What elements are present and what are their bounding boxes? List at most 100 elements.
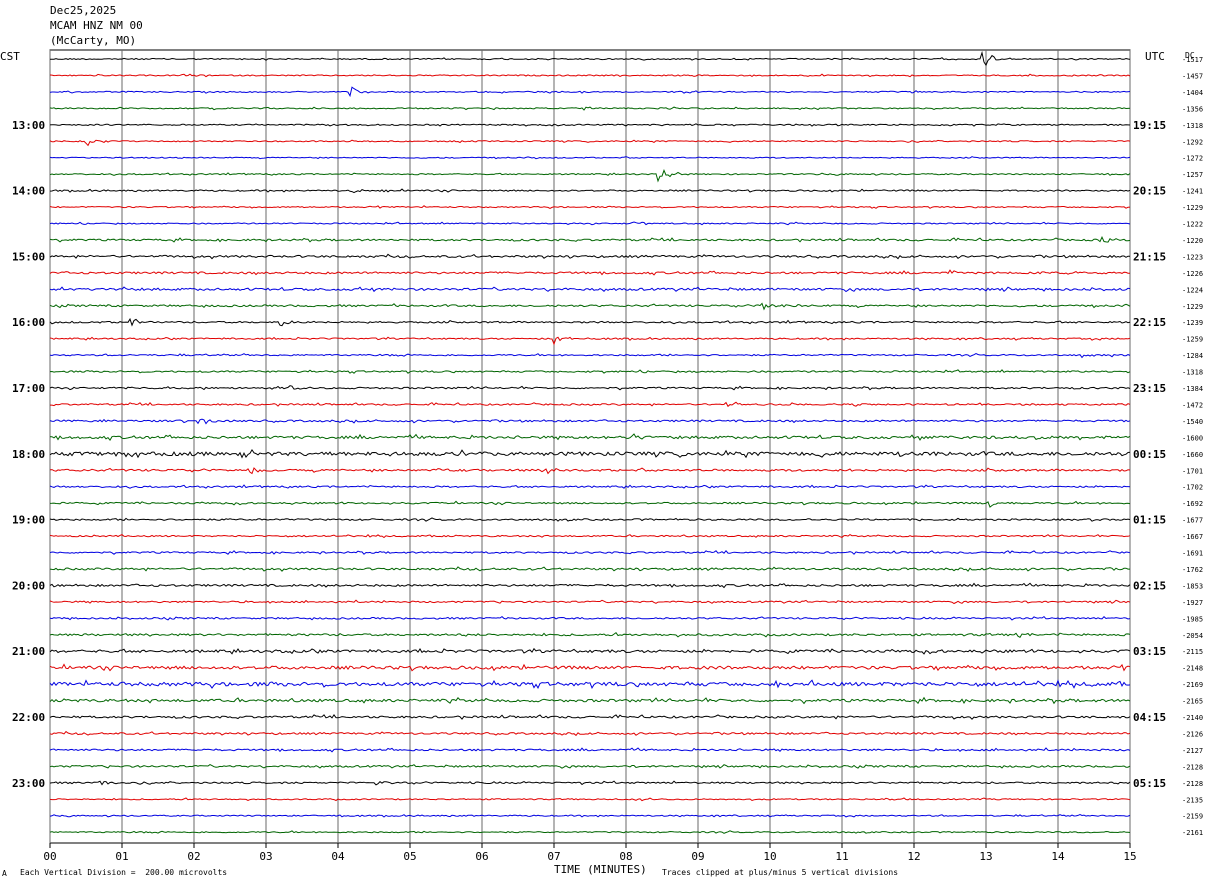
dc-offset-label: -1257: [1182, 171, 1203, 179]
dc-offset-label: -1853: [1182, 582, 1203, 590]
seismic-trace: [49, 418, 1131, 425]
seismic-trace: [49, 797, 1131, 802]
seismic-trace: [49, 780, 1131, 786]
seismic-trace: [49, 139, 1131, 147]
dc-offset-label: -2128: [1182, 780, 1203, 788]
dc-offset-label: -2140: [1182, 714, 1203, 722]
seismic-trace: [49, 582, 1131, 589]
x-tick-label: 05: [403, 850, 416, 863]
seismic-trace: [49, 448, 1131, 459]
cst-hour-label: 13:00: [12, 119, 45, 132]
seismic-trace: [49, 433, 1131, 441]
seismic-trace: [49, 679, 1131, 690]
x-tick-label: 13: [979, 850, 992, 863]
x-tick-label: 11: [835, 850, 848, 863]
seismic-trace: [49, 599, 1131, 605]
clip-note: Traces clipped at plus/minus 5 vertical …: [662, 868, 899, 877]
seismic-trace: [49, 385, 1131, 391]
utc-hour-label: 22:15: [1133, 316, 1166, 329]
dc-offset-label: -1318: [1182, 122, 1203, 130]
seismic-trace: [49, 615, 1131, 621]
seismic-trace: [49, 221, 1131, 226]
dc-offset-label: -1517: [1182, 56, 1203, 64]
seismic-trace: [49, 696, 1131, 705]
utc-hour-label: 20:15: [1133, 185, 1166, 198]
dc-offset-label: -1284: [1182, 352, 1203, 360]
utc-hour-label: 03:15: [1133, 645, 1166, 658]
plot-frame: [49, 49, 1131, 844]
cst-hour-label: 17:00: [12, 382, 45, 395]
dc-offset-label: -1701: [1182, 467, 1203, 475]
corner-mark: A: [2, 869, 7, 878]
seismic-trace: [49, 647, 1131, 655]
seismic-trace: [49, 813, 1131, 818]
x-tick-label: 04: [331, 850, 345, 863]
vertical-division-note: Each Vertical Division = 200.00 microvol…: [20, 868, 228, 877]
cst-hour-label: 18:00: [12, 448, 45, 461]
dc-offset-label: -1667: [1182, 533, 1203, 541]
seismic-trace: [49, 106, 1131, 111]
seismic-trace: [49, 500, 1131, 508]
dc-offset-label: -2054: [1182, 632, 1203, 640]
dc-offset-label: -1660: [1182, 451, 1203, 459]
cst-hour-label: 23:00: [12, 777, 45, 790]
seismic-trace: [49, 533, 1131, 539]
seismic-trace: [49, 286, 1131, 293]
dc-offset-label: -2165: [1182, 698, 1203, 706]
dc-offset-label: -1292: [1182, 138, 1203, 146]
seismic-trace: [49, 253, 1131, 260]
dc-offset-label: -1600: [1182, 434, 1203, 442]
cst-hour-label: 16:00: [12, 316, 45, 329]
x-tick-label: 09: [691, 850, 704, 863]
seismic-trace: [49, 467, 1131, 475]
seismic-trace: [49, 188, 1131, 194]
seismic-trace: [49, 236, 1131, 243]
x-tick-label: 15: [1123, 850, 1136, 863]
utc-hour-label: 02:15: [1133, 579, 1166, 592]
dc-offset-label: -1224: [1182, 286, 1203, 294]
x-tick-label: 03: [259, 850, 272, 863]
x-tick-label: 00: [43, 850, 56, 863]
seismic-trace: [49, 830, 1131, 834]
seismic-trace: [49, 302, 1131, 311]
dc-offset-label: -1702: [1182, 484, 1203, 492]
dc-offset-label: -1404: [1182, 89, 1203, 97]
dc-offset-label: -1356: [1182, 105, 1203, 113]
cst-hour-label: 22:00: [12, 711, 45, 724]
dc-offset-label: -1985: [1182, 615, 1203, 623]
seismic-trace: [50, 50, 1131, 67]
seismic-trace: [49, 336, 1131, 346]
dc-offset-label: -1229: [1182, 303, 1203, 311]
utc-hour-label: 04:15: [1133, 711, 1166, 724]
dc-offset-label: -2128: [1182, 763, 1203, 771]
dc-offset-label: -1241: [1182, 188, 1203, 196]
seismic-trace: [49, 156, 1131, 160]
utc-hour-label: 23:15: [1133, 382, 1166, 395]
seismic-trace: [49, 550, 1131, 555]
x-tick-label: 08: [619, 850, 632, 863]
seismic-trace: [49, 369, 1131, 374]
cst-hour-label: 21:00: [12, 645, 45, 658]
dc-offset-label: -1220: [1182, 237, 1203, 245]
cst-hour-label: 20:00: [12, 579, 45, 592]
dc-offset-label: -1272: [1182, 155, 1203, 163]
dc-offset-label: -1259: [1182, 336, 1203, 344]
seismic-trace: [49, 353, 1131, 359]
seismic-trace: [49, 169, 1131, 183]
dc-offset-label: -1457: [1182, 72, 1203, 80]
dc-offset-label: -1540: [1182, 418, 1203, 426]
x-axis-label: TIME (MINUTES): [554, 863, 647, 876]
utc-hour-label: 19:15: [1133, 119, 1166, 132]
dc-offset-label: -2148: [1182, 665, 1203, 673]
dc-offset-label: -2126: [1182, 730, 1203, 738]
dc-offset-label: -2161: [1182, 829, 1203, 837]
utc-hour-label: 00:15: [1133, 448, 1166, 461]
seismic-trace: [49, 517, 1131, 522]
seismic-trace: [49, 205, 1131, 209]
seismic-trace: [49, 484, 1131, 489]
seismic-trace: [49, 730, 1131, 737]
seismic-trace: [49, 73, 1131, 78]
x-tick-label: 01: [115, 850, 128, 863]
dc-offset-label: -2159: [1182, 813, 1203, 821]
dc-offset-label: -2135: [1182, 796, 1203, 804]
